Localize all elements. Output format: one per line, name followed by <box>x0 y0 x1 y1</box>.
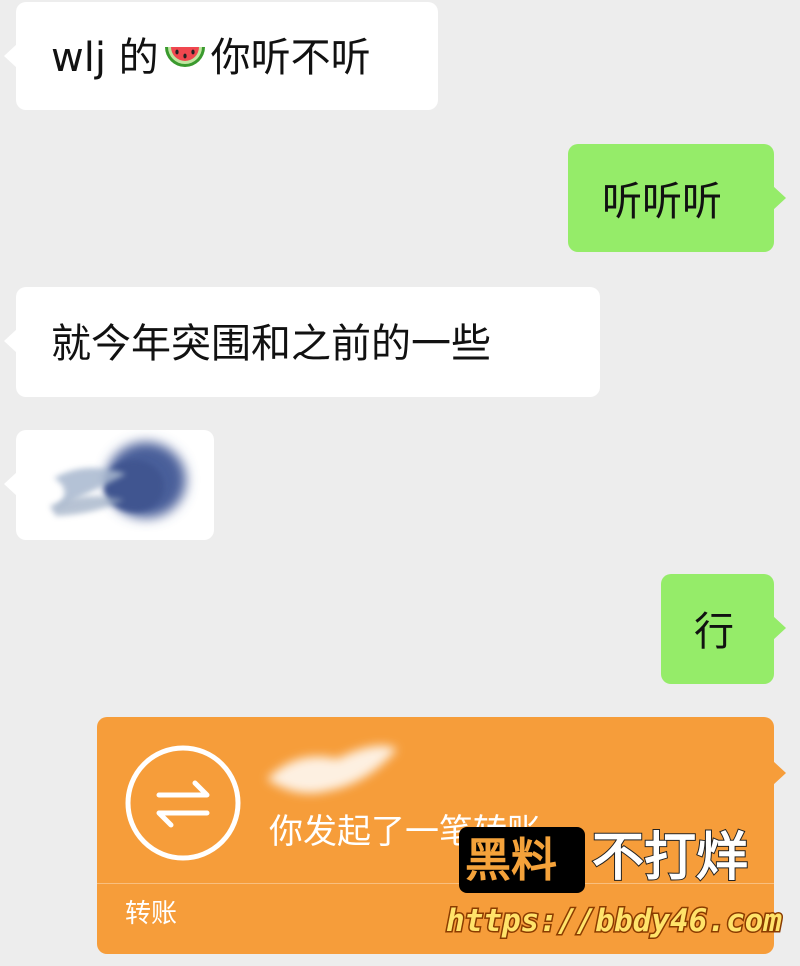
message-bubble-outgoing[interactable]: 听听听 <box>568 144 786 252</box>
message-text: 你听不听 <box>210 35 371 81</box>
watermark-url: https://bbdy46.com <box>445 903 784 939</box>
message-bubble-outgoing[interactable]: 行 <box>661 574 786 684</box>
transfer-type-label: 转账 <box>125 899 178 929</box>
sticker-message[interactable] <box>4 430 214 540</box>
message-bubble-incoming[interactable]: 就今年突围和之前的一些 <box>4 287 600 397</box>
blurred-amount <box>267 745 397 794</box>
watermark-logo-box: 黑料 <box>459 827 585 893</box>
watermelon-icon <box>163 41 207 84</box>
message-bubble-incoming[interactable]: wlj 的 你听不听 <box>4 2 438 110</box>
message-text: 听听听 <box>602 179 722 225</box>
watermark-slogan: 不打烊 <box>591 828 749 888</box>
message-text: wlj 的 <box>51 35 159 81</box>
blurred-sticker-image <box>50 442 186 518</box>
watermark-brand: 黑料 <box>465 833 557 887</box>
message-text: 行 <box>694 609 734 655</box>
message-text: 就今年突围和之前的一些 <box>51 321 491 367</box>
transfer-arrows-icon <box>125 745 241 861</box>
